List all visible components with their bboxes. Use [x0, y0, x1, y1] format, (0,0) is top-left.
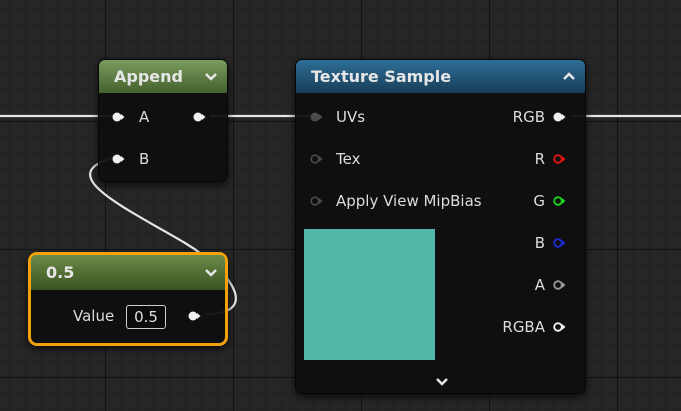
texture-sample-node[interactable]: Texture Sample UVs Tex Apply View MipBia…: [295, 59, 586, 394]
texture-output-a-label: A: [534, 276, 545, 294]
append-node-header[interactable]: Append: [99, 60, 227, 93]
texture-output-rgb-label: RGB: [512, 108, 545, 126]
texture-output-r-pin[interactable]: [553, 154, 566, 164]
texture-output-rgba-pin[interactable]: [553, 322, 566, 332]
texture-output-g-pin[interactable]: [553, 196, 566, 206]
append-node[interactable]: Append A B: [98, 59, 228, 182]
append-output-pin[interactable]: [193, 112, 206, 122]
constant-node-header[interactable]: 0.5: [31, 255, 225, 290]
constant-output-pin[interactable]: [188, 311, 201, 321]
append-input-b-label: B: [139, 150, 150, 168]
chevron-up-icon[interactable]: [559, 60, 579, 93]
constant-node[interactable]: 0.5 Value 0.5: [28, 252, 228, 346]
constant-value-field[interactable]: 0.5: [126, 305, 166, 329]
chevron-down-icon[interactable]: [201, 60, 221, 93]
constant-node-title: 0.5: [46, 263, 75, 282]
chevron-down-icon[interactable]: [432, 367, 452, 395]
constant-value-label: Value: [73, 307, 115, 325]
texture-output-b-pin[interactable]: [553, 238, 566, 248]
append-input-b-pin[interactable]: [112, 154, 125, 164]
texture-input-uvs-pin[interactable]: [310, 112, 323, 122]
texture-output-rgba-label: RGBA: [502, 318, 545, 336]
append-input-a-label: A: [139, 108, 150, 126]
texture-input-mipbias-pin[interactable]: [310, 196, 323, 206]
texture-input-mipbias-label: Apply View MipBias: [336, 192, 482, 210]
texture-input-uvs-label: UVs: [336, 108, 366, 126]
texture-output-a-pin[interactable]: [553, 280, 566, 290]
append-node-title: Append: [114, 67, 183, 86]
texture-output-b-label: B: [534, 234, 545, 252]
texture-output-g-label: G: [533, 192, 545, 210]
texture-sample-title: Texture Sample: [311, 67, 452, 86]
texture-input-tex-label: Tex: [336, 150, 361, 168]
chevron-down-icon[interactable]: [201, 255, 221, 290]
texture-sample-header[interactable]: Texture Sample: [296, 60, 585, 93]
append-input-a-pin[interactable]: [112, 112, 125, 122]
texture-input-tex-pin[interactable]: [310, 154, 323, 164]
texture-preview: [304, 229, 435, 360]
texture-output-r-label: R: [534, 150, 545, 168]
texture-output-rgb-pin[interactable]: [553, 112, 566, 122]
